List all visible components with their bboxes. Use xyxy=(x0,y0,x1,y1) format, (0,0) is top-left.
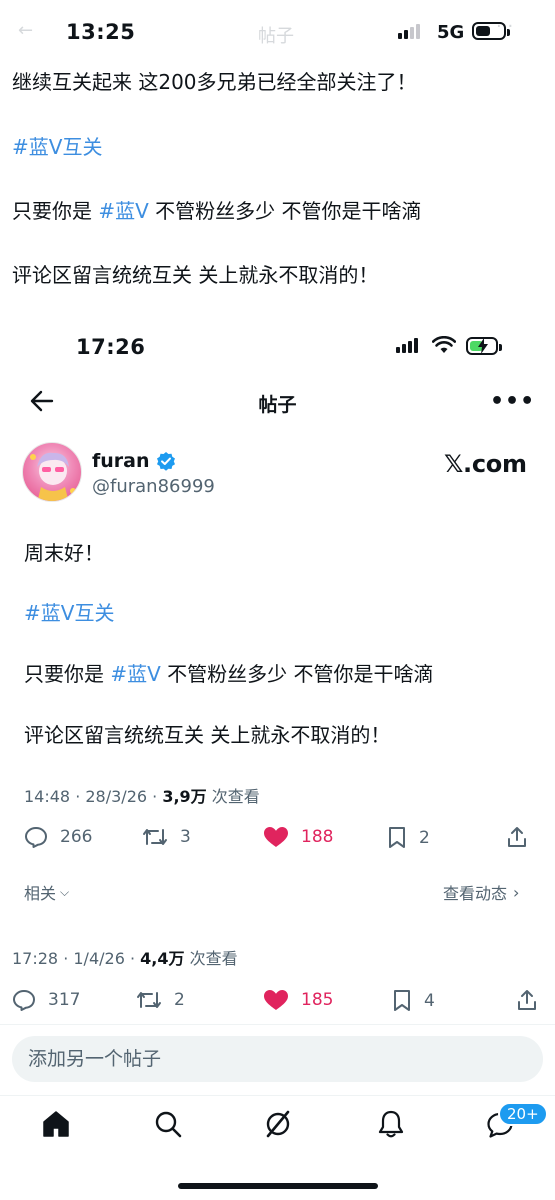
nav-divider xyxy=(0,1095,555,1096)
inner-status-bar: 17:26 xyxy=(0,330,555,370)
outer-repost-count: 2 xyxy=(174,990,185,1010)
line3-prefix: 只要你是 xyxy=(24,662,111,686)
outer-bookmark-icon xyxy=(394,990,410,1011)
top-line3-prefix: 只要你是 xyxy=(12,199,99,223)
outer-heart-filled-icon xyxy=(264,990,288,1010)
author-name-row[interactable]: furan xyxy=(92,450,176,472)
views-label: 次查看 xyxy=(206,787,260,806)
status-time: 13:25 xyxy=(66,20,136,44)
heart-filled-icon xyxy=(264,827,288,847)
top-post-line3: 只要你是 #蓝V 不管粉丝多少 不管你是干啥滴 xyxy=(12,195,422,224)
author-handle[interactable]: @furan86999 xyxy=(92,476,215,497)
inner-signal-icon xyxy=(396,338,418,353)
outer-views-label: 次查看 xyxy=(184,949,238,968)
outer-share-icon[interactable] xyxy=(516,989,538,1011)
view-activity-link[interactable]: 查看动态 › xyxy=(443,880,519,904)
grok-icon[interactable] xyxy=(264,1110,292,1138)
outer-post-meta: 17:28 · 1/4/26 · 4,4万 次查看 xyxy=(12,945,238,969)
like-count: 188 xyxy=(301,827,334,847)
author-name[interactable]: furan xyxy=(92,450,150,472)
post-line1: 周末好！ xyxy=(24,541,104,565)
inner-battery-icon xyxy=(466,337,502,355)
top-status-bar: ← 13:25 帖子 ··· 5G xyxy=(0,0,555,60)
outer-timestamp[interactable]: 17:28 · 1/4/26 · xyxy=(12,949,140,968)
top-post-line1: 继续互关起来 这200多兄弟已经全部关注了！ xyxy=(12,70,417,94)
inner-status-time: 17:26 xyxy=(76,335,146,359)
post-timestamp[interactable]: 14:48 · 28/3/26 · xyxy=(24,787,162,806)
ghost-title: 帖子 xyxy=(258,26,294,47)
reply-icon xyxy=(25,827,47,848)
verified-badge-icon xyxy=(156,452,175,471)
notifications-icon[interactable] xyxy=(377,1109,405,1139)
network-label: 5G xyxy=(437,22,465,43)
wifi-icon xyxy=(432,336,456,353)
top-line3-suffix: 不管粉丝多少 不管你是干啥滴 xyxy=(148,199,422,223)
charging-bolt-icon xyxy=(478,338,488,354)
top-line3-hashtag[interactable]: #蓝V xyxy=(98,199,148,223)
post-line3: 只要你是 #蓝V 不管粉丝多少 不管你是干啥滴 xyxy=(24,658,434,687)
compose-divider xyxy=(0,1024,555,1025)
post-line4: 评论区留言统统互关 关上就永不取消的！ xyxy=(24,723,391,747)
share-icon[interactable] xyxy=(506,826,528,848)
add-post-input[interactable]: 添加另一个帖子 xyxy=(12,1036,543,1082)
home-icon[interactable] xyxy=(42,1110,70,1138)
avatar-illustration-icon xyxy=(30,452,76,501)
related-label: 相关 xyxy=(24,884,57,903)
battery-icon xyxy=(472,22,510,40)
bookmark-icon xyxy=(389,827,405,848)
reply-count: 266 xyxy=(60,827,93,847)
avatar[interactable] xyxy=(22,442,82,502)
top-post-hashtag[interactable]: #蓝V互关 xyxy=(12,131,102,160)
post-meta: 14:48 · 28/3/26 · 3,9万 次查看 xyxy=(24,783,260,807)
related-dropdown[interactable]: 相关 ⌵ xyxy=(24,880,69,904)
outer-bookmark-count: 4 xyxy=(424,990,435,1011)
outer-reply-count: 317 xyxy=(48,990,81,1010)
ghost-back-icon: ← xyxy=(18,20,34,41)
bookmark-button[interactable]: 2 xyxy=(387,826,430,849)
messages-badge: 20+ xyxy=(498,1102,548,1126)
page-title: 帖子 xyxy=(258,394,297,416)
outer-like-button[interactable]: 185 xyxy=(263,989,333,1011)
outer-repost-button[interactable]: 2 xyxy=(136,989,185,1011)
view-count: 3,9万 xyxy=(162,787,207,806)
line3-suffix: 不管粉丝多少 不管你是干啥滴 xyxy=(160,662,434,686)
repost-count: 3 xyxy=(180,827,191,847)
chevron-down-icon: ⌵ xyxy=(60,884,70,899)
repost-icon xyxy=(143,829,167,845)
reply-button[interactable]: 266 xyxy=(24,826,92,848)
x-com-watermark: 𝕏.com xyxy=(444,450,527,478)
outer-bookmark-button[interactable]: 4 xyxy=(392,989,435,1012)
chevron-right-icon: › xyxy=(513,882,520,902)
top-post-line4: 评论区留言统统互关 关上就永不取消的！ xyxy=(12,263,379,287)
line3-hashtag[interactable]: #蓝V xyxy=(110,662,160,686)
repost-button[interactable]: 3 xyxy=(142,826,191,848)
outer-repost-icon xyxy=(137,992,161,1008)
outer-view-count: 4,4万 xyxy=(140,949,185,968)
outer-reply-icon xyxy=(13,990,35,1011)
outer-reply-button[interactable]: 317 xyxy=(12,989,80,1011)
home-indicator xyxy=(178,1183,378,1189)
view-activity-label: 查看动态 xyxy=(443,884,508,903)
search-icon[interactable] xyxy=(154,1110,182,1138)
outer-like-count: 185 xyxy=(301,990,334,1010)
signal-icon xyxy=(398,24,420,39)
more-icon[interactable]: ••• xyxy=(490,389,535,414)
like-button[interactable]: 188 xyxy=(263,826,333,848)
bookmark-count: 2 xyxy=(419,827,430,848)
post-hashtag[interactable]: #蓝V互关 xyxy=(24,597,114,626)
